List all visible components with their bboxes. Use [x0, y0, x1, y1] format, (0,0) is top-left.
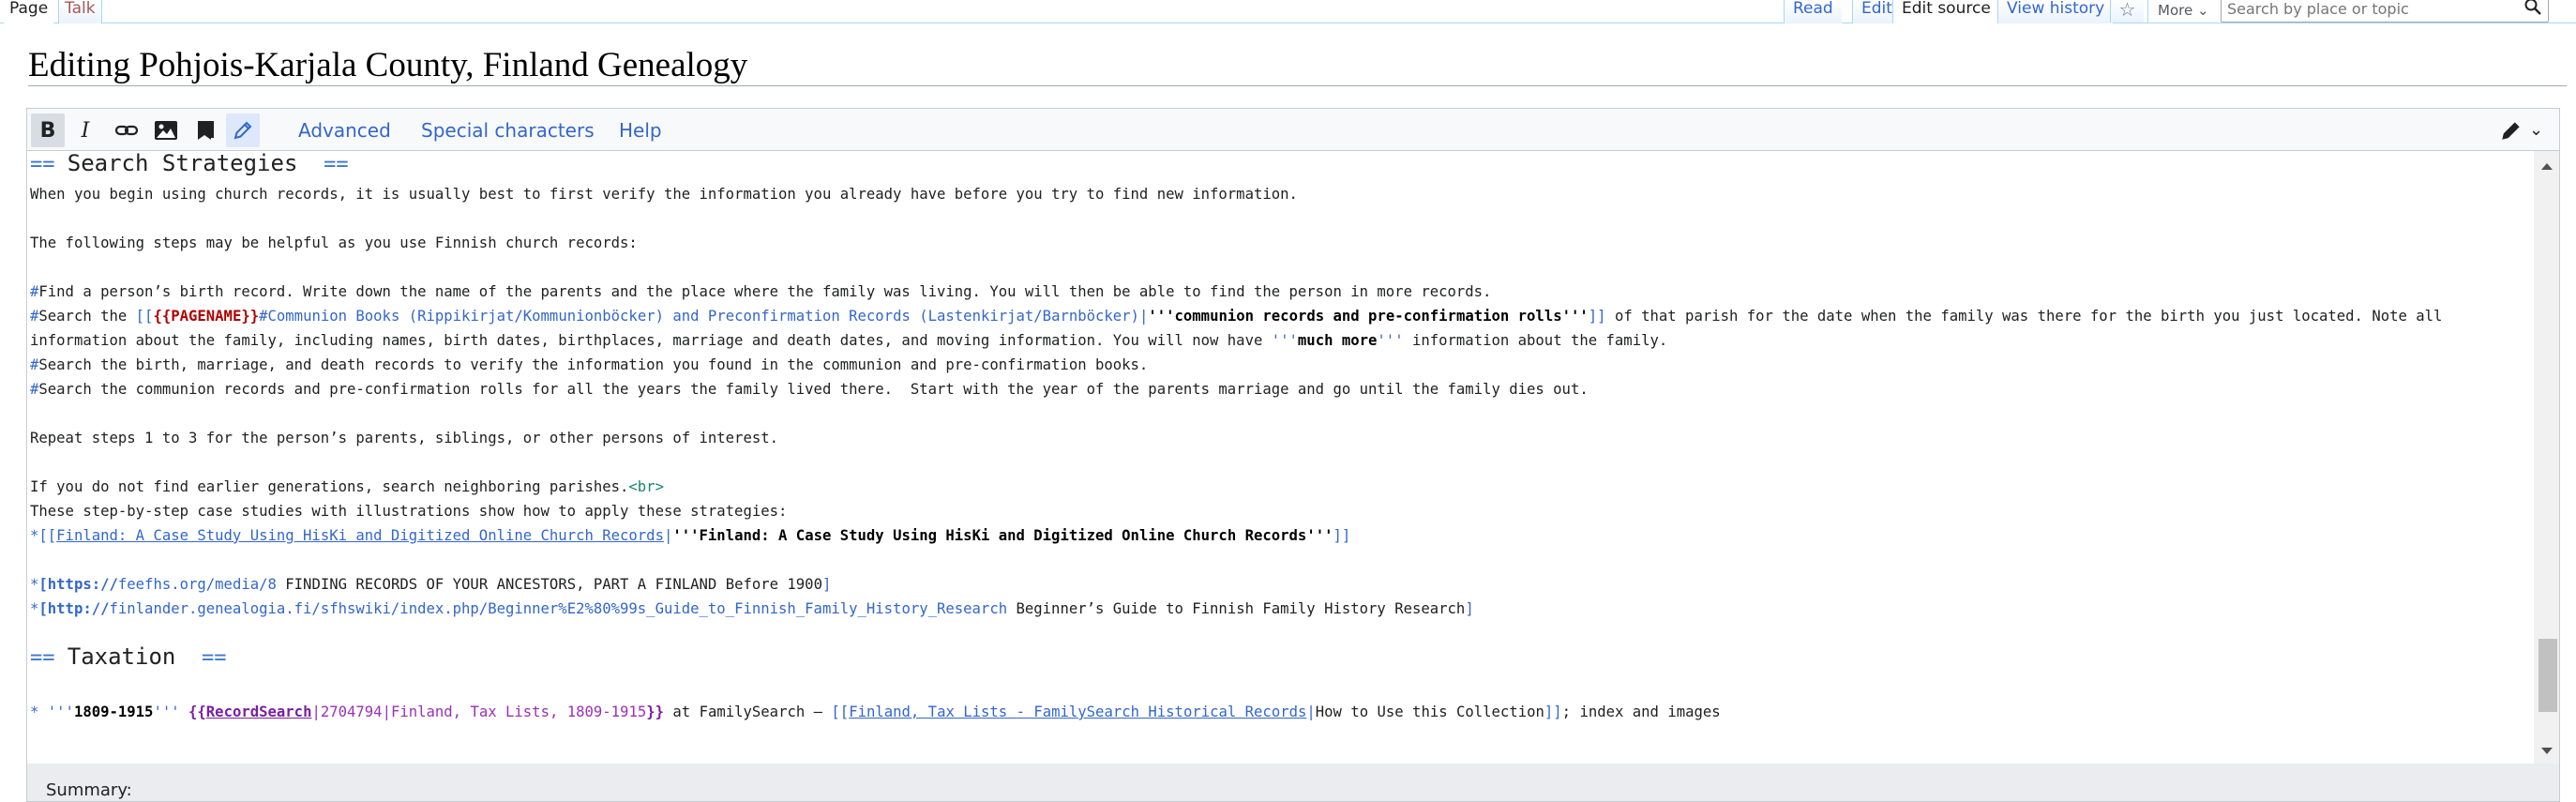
reference-icon[interactable] [188, 113, 222, 147]
chevron-down-icon: ⌄ [2196, 2, 2209, 19]
editor-toolbar: B I Advanced Special characters Help ⌄ [27, 109, 2559, 151]
textarea-scrollbar[interactable] [2534, 151, 2559, 764]
wikitext-line: #Search the [[{{PAGENAME}}#Communion Boo… [30, 308, 2443, 325]
wikitext-line: #Find a person’s birth record. Write dow… [30, 283, 1492, 300]
tab-read[interactable]: Read [1784, 0, 1842, 23]
scroll-up-arrow-icon[interactable] [2534, 157, 2559, 175]
page-title: Editing Pohjois-Karjala County, Finland … [28, 46, 748, 84]
wikitext-line: *[https://feefhs.org/media/8 FINDING REC… [30, 576, 832, 593]
wikitext-line: Repeat steps 1 to 3 for the person’s par… [30, 430, 778, 446]
advanced-tab[interactable]: Advanced [298, 118, 391, 143]
watch-star-icon[interactable]: ☆ [2110, 0, 2144, 23]
more-label: More [2158, 2, 2193, 19]
search-input[interactable] [2227, 0, 2508, 22]
wikitext-line: These step-by-step case studies with ill… [30, 503, 788, 520]
wikitext-line: If you do not find earlier generations, … [30, 478, 664, 495]
wikitext-textarea[interactable]: == Search Strategies == When you begin u… [27, 151, 2535, 764]
scroll-down-arrow-icon[interactable] [2534, 742, 2559, 761]
wikitext-line: information about the family, including … [30, 332, 1668, 349]
tab-page[interactable]: Page [4, 0, 54, 23]
image-icon[interactable] [149, 113, 183, 147]
more-menu[interactable]: More ⌄ [2147, 0, 2219, 23]
wikitext-line: The following steps may be helpful as yo… [30, 235, 638, 251]
search-box[interactable] [2221, 0, 2549, 23]
tab-edit-source[interactable]: Edit source [1892, 0, 1999, 23]
summary-label: Summary: [46, 780, 132, 800]
wikitext-heading-search: == Search Strategies == [30, 151, 349, 176]
search-icon[interactable] [2523, 0, 2542, 16]
special-characters-tab[interactable]: Special characters [421, 118, 595, 143]
wikitext-line: #Search the birth, marriage, and death r… [30, 356, 1149, 373]
tab-view-history[interactable]: View history [1997, 0, 2114, 23]
italic-button[interactable]: I [68, 113, 102, 147]
scrollbar-thumb[interactable] [2538, 639, 2557, 712]
tab-talk[interactable]: Talk [58, 0, 102, 23]
title-divider [28, 85, 2567, 86]
link-icon[interactable] [110, 113, 143, 147]
editing-mode-switch[interactable]: ⌄ [2499, 116, 2546, 144]
bold-button[interactable]: B [31, 113, 65, 147]
help-tab[interactable]: Help [619, 118, 662, 143]
wikitext-line: #Search the communion records and pre-co… [30, 381, 1589, 398]
wikitext-heading-taxation: == Taxation == [30, 643, 227, 670]
chevron-down-icon: ⌄ [2529, 120, 2544, 140]
pencil-icon[interactable] [226, 113, 260, 147]
wikitext-line: *[http://finlander.genealogia.fi/sfhswik… [30, 600, 1474, 617]
pencil-icon [2502, 122, 2520, 140]
wikitext-line: When you begin using church records, it … [30, 186, 1298, 203]
edit-options: Summary: [26, 764, 2560, 802]
wikitext-line: *[[Finland: A Case Study Using HisKi and… [30, 527, 1351, 544]
source-editor: B I Advanced Special characters Help ⌄ =… [26, 108, 2560, 764]
wikitext-line: * '''1809-1915''' {{RecordSearch|2704794… [30, 704, 1721, 720]
top-navigation: Page Talk Read Edit Edit source View his… [0, 0, 2576, 24]
